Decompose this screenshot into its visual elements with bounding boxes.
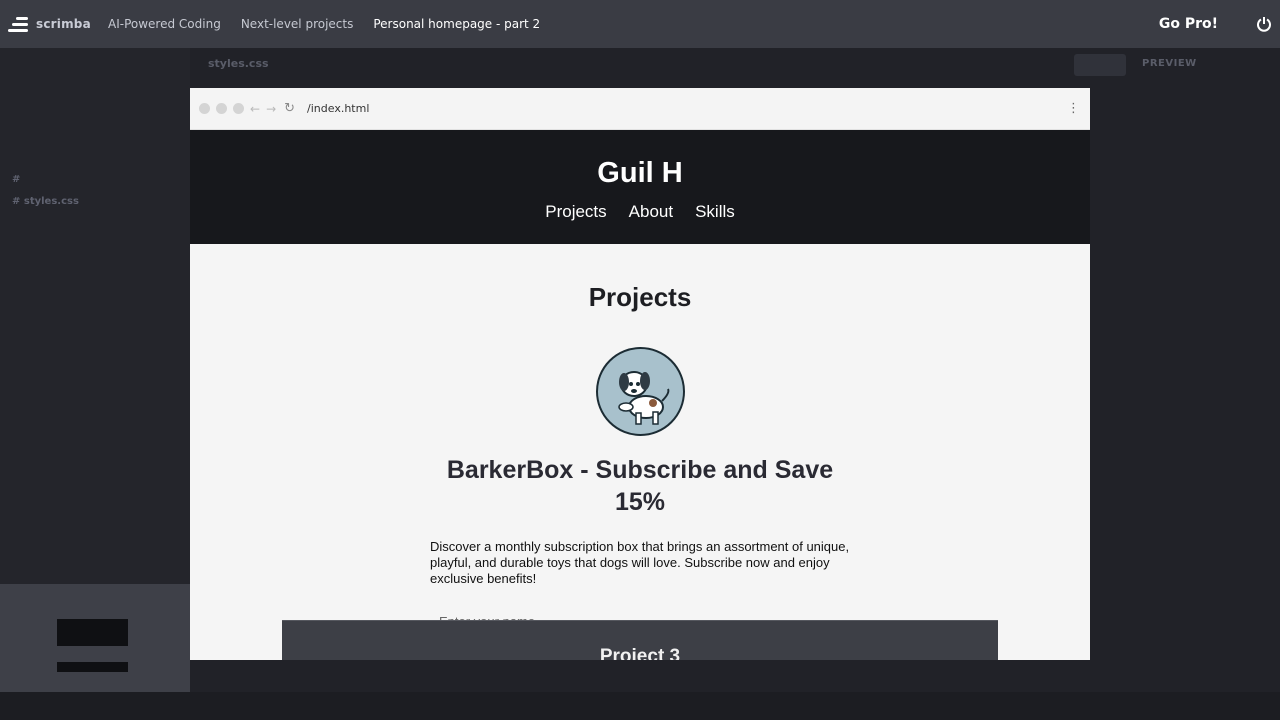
scrimba-logo[interactable]: scrimba [8,16,98,32]
scrimba-logo-icon [8,16,30,32]
breadcrumb-module[interactable]: Next-level projects [241,17,354,31]
webcam-block [57,662,128,672]
kebab-menu-icon[interactable]: ⋮ [1067,101,1080,116]
site-nav: Projects About Skills [190,202,1090,222]
power-icon[interactable] [1256,16,1272,32]
back-icon[interactable]: ← [250,102,260,116]
reload-icon[interactable]: ↻ [284,101,295,116]
brand-name: scrimba [36,17,91,31]
project-title: BarkerBox - Subscribe and Save 15% [446,456,834,516]
projects-section: Projects BarkerBox - Subscribe and Save … [190,244,1090,660]
top-bar: scrimba AI-Powered Coding Next-level pro… [0,0,1280,48]
breadcrumb-lesson[interactable]: Personal homepage - part 2 [373,17,540,31]
project-image [595,347,685,436]
window-dot [233,103,244,114]
webcam-block [57,619,128,646]
dog-illustration [617,371,669,425]
nav-link-skills[interactable]: Skills [695,202,735,222]
project-description: Discover a monthly subscription box that… [430,539,850,586]
preview-browser: ← → ↻ /index.html ⋮ Guil H Projects Abou… [190,88,1090,660]
go-pro-button[interactable]: Go Pro! [1159,16,1218,32]
section-title: Projects [588,282,692,312]
window-dot [199,103,210,114]
project-card-title: Project 3 [599,646,681,660]
project-card: Project 3 [282,620,998,660]
breadcrumb-course[interactable]: AI-Powered Coding [108,17,221,31]
editor-tab-styles[interactable]: styles.css [208,57,269,70]
site-title: Guil H [597,157,683,189]
url-bar[interactable]: /index.html [307,102,369,115]
webcam-panel [0,584,190,692]
nav-link-about[interactable]: About [629,202,673,222]
window-dot [216,103,227,114]
preview-toggle[interactable]: PREVIEW [1142,58,1197,69]
browser-toolbar: ← → ↻ /index.html ⋮ [190,88,1090,130]
forward-icon[interactable]: → [266,102,276,116]
site-header: Guil H Projects About Skills [190,130,1090,244]
file-tree-item-styles[interactable]: # styles.css [12,196,79,207]
file-tree-item[interactable]: # [12,174,20,185]
player-controls-bar [0,692,1280,720]
nav-link-projects[interactable]: Projects [545,202,606,222]
editor-mode-button[interactable] [1074,54,1126,76]
